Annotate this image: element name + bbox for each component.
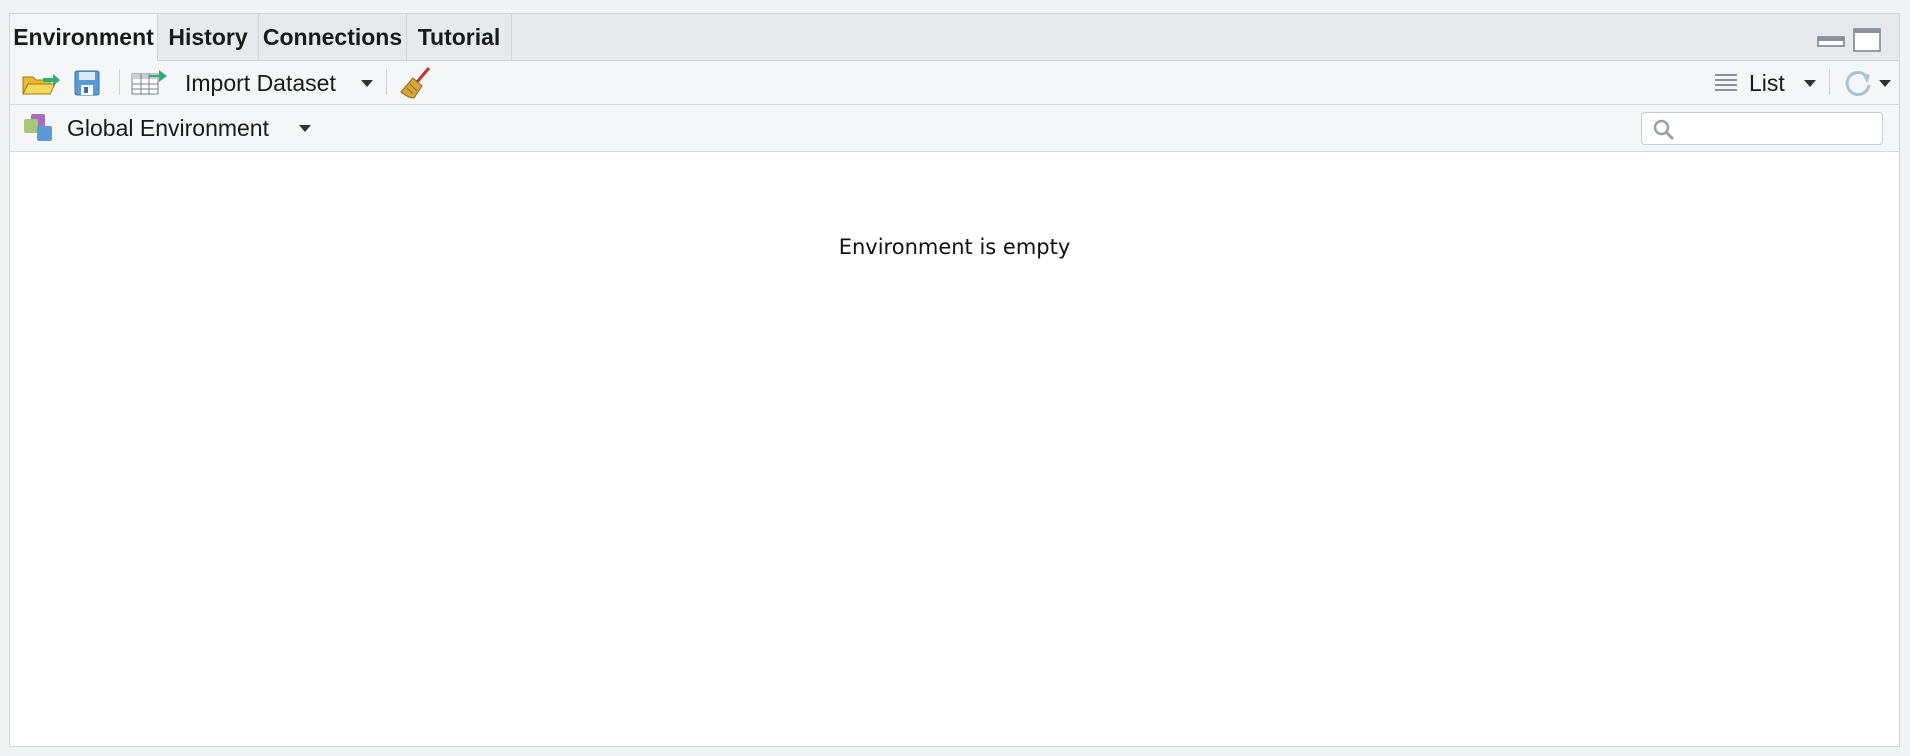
list-view-icon: [1715, 74, 1737, 91]
toolbar-separator: [386, 69, 387, 95]
environment-selector[interactable]: Global Environment: [24, 105, 314, 151]
import-dataset-label: Import Dataset: [185, 70, 336, 96]
toolbar-separator: [119, 69, 120, 95]
chevron-down-icon: [1804, 80, 1816, 87]
tab-connections[interactable]: Connections: [259, 14, 407, 60]
tab-history[interactable]: History: [158, 14, 259, 60]
tab-environment[interactable]: Environment: [10, 14, 158, 61]
refresh-button[interactable]: [1842, 61, 1896, 104]
main-toolbar: Import Dataset List: [10, 61, 1899, 105]
environment-label: Global Environment: [67, 115, 269, 141]
open-folder-icon[interactable]: [21, 69, 61, 97]
chevron-down-icon: [1879, 80, 1891, 87]
import-dataset-button[interactable]: Import Dataset: [131, 61, 373, 104]
save-icon[interactable]: [74, 70, 100, 96]
environment-icon: [24, 114, 52, 141]
chevron-down-icon: [361, 80, 373, 87]
search-icon: [1653, 119, 1675, 141]
import-dataset-icon: [131, 70, 167, 95]
search-input[interactable]: [1680, 116, 1879, 142]
toolbar-separator: [1829, 69, 1830, 95]
maximize-pane-icon[interactable]: [1852, 28, 1882, 54]
view-mode-label: List: [1749, 70, 1785, 96]
view-mode-button[interactable]: List: [1714, 61, 1824, 104]
environment-toolbar: Global Environment: [10, 105, 1899, 152]
tab-bar: Environment History Connections Tutorial: [10, 14, 1899, 61]
minimize-pane-icon[interactable]: [1816, 28, 1846, 50]
empty-environment-message: Environment is empty: [838, 235, 1071, 259]
chevron-down-icon: [299, 125, 311, 132]
environment-pane: Environment History Connections Tutorial: [9, 13, 1900, 747]
broom-icon[interactable]: [399, 66, 433, 100]
refresh-icon: [1845, 70, 1871, 96]
search-box: [1641, 112, 1883, 145]
tab-tutorial[interactable]: Tutorial: [407, 14, 512, 60]
